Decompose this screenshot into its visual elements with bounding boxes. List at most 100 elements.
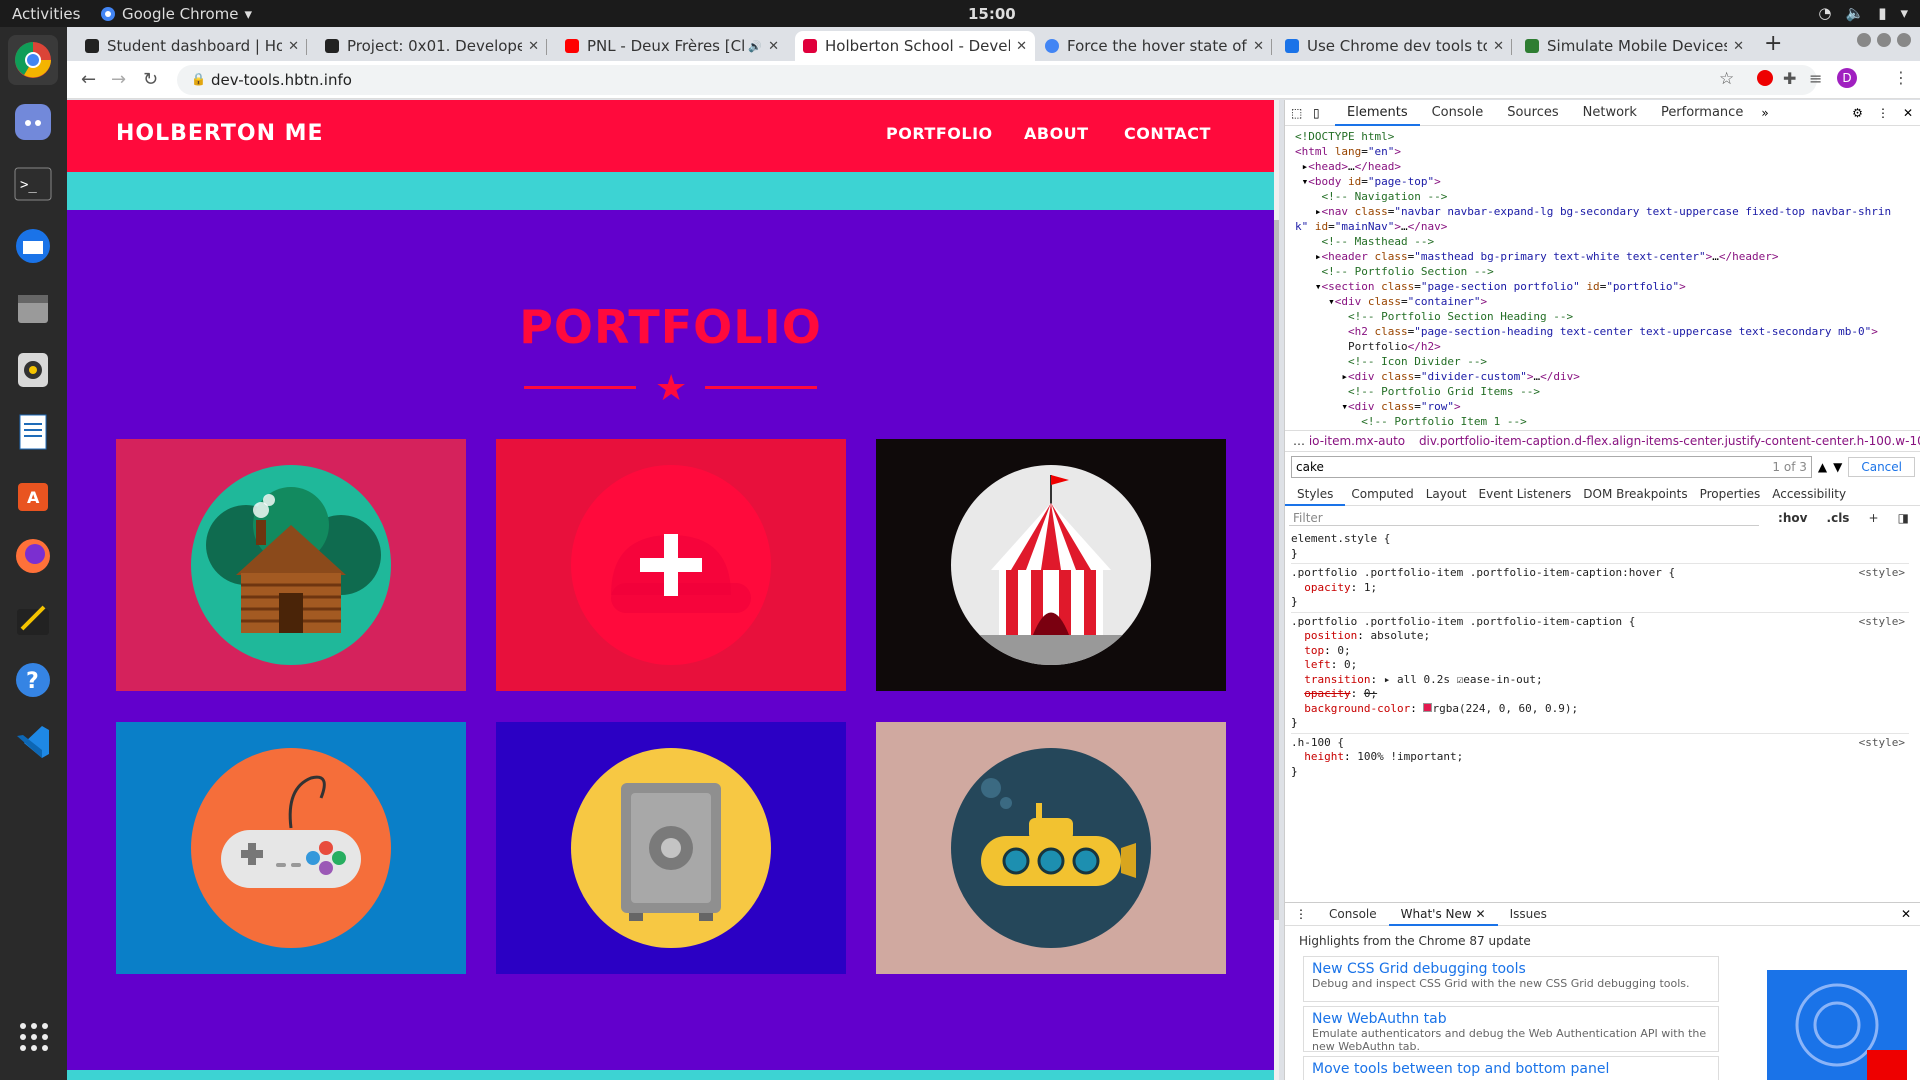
tab-properties[interactable]: Properties [1694, 482, 1767, 506]
cls-button[interactable]: .cls [1827, 511, 1850, 525]
drawer-tab-issues[interactable]: Issues [1498, 902, 1559, 926]
activities-button[interactable]: Activities [12, 5, 80, 23]
browser-tab[interactable]: Project: 0x01. Developer t ✕ [317, 31, 547, 61]
tab-dom-breakpoints[interactable]: DOM Breakpoints [1577, 482, 1693, 506]
search-match-count: 1 of 3 [1772, 460, 1807, 474]
more-tabs-icon[interactable]: » [1755, 106, 1774, 120]
portfolio-item-submarine[interactable] [876, 722, 1226, 974]
app-menu[interactable]: Google Chrome ▾ [100, 5, 252, 23]
portfolio-item-game[interactable] [116, 722, 466, 974]
close-icon[interactable]: ✕ [528, 39, 539, 54]
avatar[interactable]: D [1837, 68, 1857, 88]
new-tab-button[interactable]: + [1764, 31, 1782, 56]
css-rules[interactable]: element.style {} <style> .portfolio .port… [1285, 530, 1909, 780]
thunderbird-icon[interactable] [8, 221, 58, 271]
forward-icon[interactable]: → [111, 69, 126, 90]
close-icon[interactable]: ✕ [1733, 39, 1744, 54]
scrollbar-thumb[interactable] [1274, 220, 1279, 920]
nav-about[interactable]: ABOUT [1024, 124, 1089, 143]
browser-tab[interactable]: Student dashboard | Holb ✕ [77, 31, 307, 61]
portfolio-item-safe[interactable] [496, 722, 846, 974]
tab-event-listeners[interactable]: Event Listeners [1473, 482, 1578, 506]
chevron-down-icon[interactable]: ▼ [1833, 460, 1842, 474]
chevron-up-icon[interactable]: ▲ [1818, 460, 1827, 474]
add-rule-icon[interactable]: + [1869, 511, 1879, 525]
kebab-menu-icon[interactable]: ⋮ [1871, 106, 1895, 120]
inspect-icon[interactable]: ⬚ [1291, 106, 1313, 120]
portfolio-item-cake[interactable] [496, 439, 846, 691]
show-applications-icon[interactable] [14, 1017, 54, 1057]
gear-icon[interactable]: ⚙ [1844, 106, 1871, 120]
toggle-sidebar-icon[interactable]: ◨ [1898, 511, 1909, 525]
software-center-icon[interactable]: A [8, 469, 58, 519]
tab-performance[interactable]: Performance [1649, 100, 1755, 126]
maximize-button[interactable] [1877, 33, 1891, 47]
browser-tab-active[interactable]: Holberton School - Develo ✕ [795, 31, 1035, 61]
tab-console[interactable]: Console [1420, 100, 1496, 126]
site-brand[interactable]: HOLBERTON ME [116, 121, 324, 146]
address-bar[interactable]: 🔒 dev-tools.hbtn.info [177, 65, 1817, 95]
styles-filter-input[interactable]: Filter [1289, 511, 1759, 526]
back-icon[interactable]: ← [81, 69, 96, 90]
close-icon[interactable]: ✕ [1253, 39, 1264, 54]
tab-styles[interactable]: Styles [1285, 482, 1346, 506]
tab-network[interactable]: Network [1571, 100, 1649, 126]
close-icon[interactable]: ✕ [1016, 39, 1027, 54]
device-toolbar-icon[interactable]: ▯ [1313, 106, 1335, 120]
clock[interactable]: 15:00 [968, 5, 1016, 23]
browser-tab[interactable]: Force the hover state of e ✕ [1037, 31, 1272, 61]
portfolio-item-cabin[interactable] [116, 439, 466, 691]
firefox-icon[interactable] [8, 531, 58, 581]
inkscape-icon[interactable] [8, 593, 58, 643]
browser-tab[interactable]: Use Chrome dev tools to f ✕ [1277, 31, 1512, 61]
news-item[interactable]: New WebAuthn tab Emulate authenticators a… [1303, 1006, 1719, 1053]
system-tray[interactable]: ◔ 🔈 ▮ ▾ [1818, 4, 1908, 22]
chrome-dock-icon[interactable] [8, 35, 58, 85]
search-cancel-button[interactable]: Cancel [1848, 457, 1915, 477]
tab-sources[interactable]: Sources [1495, 100, 1570, 126]
discord-icon[interactable] [8, 97, 58, 147]
close-icon[interactable]: ✕ [768, 39, 779, 54]
breadcrumb-item[interactable]: io-item.mx-auto [1309, 434, 1405, 448]
star-icon[interactable]: ☆ [1719, 69, 1734, 89]
menu-icon[interactable]: ⋮ [1893, 68, 1909, 87]
vscode-icon[interactable] [8, 717, 58, 767]
files-icon[interactable] [8, 283, 58, 333]
drawer-tab-whats-new[interactable]: What's New ✕ [1388, 902, 1498, 926]
tab-elements[interactable]: Elements [1335, 100, 1420, 126]
terminal-icon[interactable]: >_ [8, 159, 58, 209]
whats-new-image[interactable] [1767, 970, 1907, 1080]
page-scrollbar[interactable] [1274, 100, 1279, 1080]
news-item[interactable]: New CSS Grid debugging tools Debug and in… [1303, 956, 1719, 1002]
close-window-button[interactable] [1897, 33, 1911, 47]
nav-portfolio[interactable]: PORTFOLIO [886, 124, 993, 143]
rhythmbox-icon[interactable] [8, 345, 58, 395]
portfolio-item-circus[interactable] [876, 439, 1226, 691]
libreoffice-writer-icon[interactable] [8, 407, 58, 457]
tab-layout[interactable]: Layout [1420, 482, 1473, 506]
dom-tree[interactable]: <!DOCTYPE html> <html lang="en"> ▸<head>… [1285, 127, 1920, 429]
close-icon[interactable]: ✕ [1895, 106, 1920, 120]
tab-computed[interactable]: Computed [1345, 482, 1419, 506]
kebab-menu-icon[interactable]: ⋮ [1285, 907, 1317, 921]
tab-accessibility[interactable]: Accessibility [1766, 482, 1852, 506]
help-icon[interactable]: ? [8, 655, 58, 705]
browser-tab[interactable]: Simulate Mobile Devices v ✕ [1517, 31, 1752, 61]
close-icon[interactable]: ✕ [1493, 39, 1504, 54]
news-item[interactable]: Move tools between top and bottom panel [1303, 1056, 1719, 1080]
hov-button[interactable]: :hov [1778, 511, 1807, 525]
audio-icon[interactable]: 🔊 [748, 40, 762, 53]
breadcrumb-item[interactable]: div.portfolio-item-caption.d-flex.align-… [1419, 434, 1920, 448]
dom-search-input[interactable]: cake 1 of 3 [1291, 456, 1812, 478]
drawer-tab-console[interactable]: Console [1317, 902, 1389, 926]
media-icon[interactable]: ≡ [1809, 69, 1822, 88]
browser-tab[interactable]: PNL - Deux Frères [Clip 🔊 ✕ [557, 31, 787, 61]
puzzle-icon[interactable]: ✚ [1783, 69, 1796, 88]
minimize-button[interactable] [1857, 33, 1871, 47]
portfolio-item-caption[interactable] [496, 439, 846, 691]
reload-icon[interactable]: ↻ [143, 69, 158, 90]
close-icon[interactable]: ✕ [288, 39, 299, 54]
close-icon[interactable]: ✕ [1891, 907, 1920, 921]
nav-contact[interactable]: CONTACT [1124, 124, 1211, 143]
extension-icon[interactable] [1757, 70, 1773, 86]
